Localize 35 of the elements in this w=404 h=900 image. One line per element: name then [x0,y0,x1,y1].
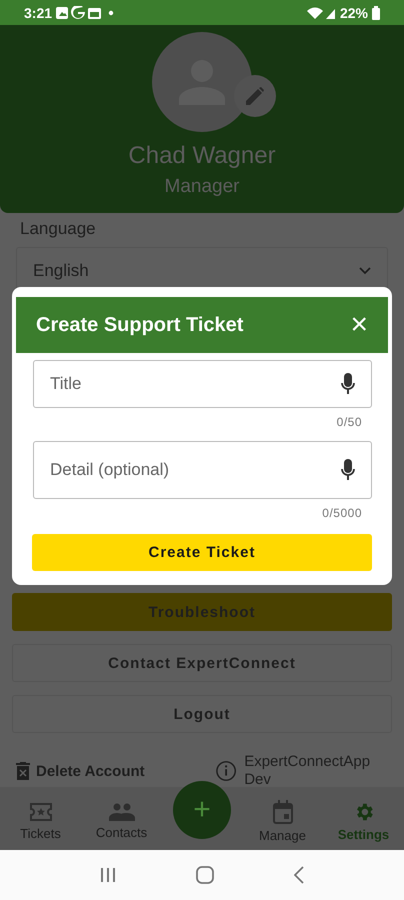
close-button[interactable]: × [350,310,368,340]
language-label: Language [20,219,97,239]
nav-tab[interactable]: Tickets [0,796,81,841]
nav-tab[interactable]: Manage [242,794,323,843]
create-ticket-button[interactable]: Create Ticket [32,534,372,571]
action-button[interactable]: Logout [12,695,392,733]
people-icon [108,803,134,821]
app-version-text: ExpertConnectApp Dev [244,753,372,789]
calendar-icon [272,800,292,824]
chevron-icon [359,267,371,275]
character-counter: 0/5000 [321,506,362,520]
nav-tab[interactable]: Settings [323,795,404,842]
user-name: Chad Wagner [128,142,276,170]
status-time: 3:21 [24,4,52,20]
trash-icon[interactable] [16,762,30,780]
notification-icons [56,6,114,20]
pencil-icon [246,87,264,105]
home-icon[interactable] [196,866,214,884]
action-button[interactable]: Contact ExpertConnect [12,644,392,682]
battery-percent: 22% [340,4,368,20]
nav-tab[interactable]: Contacts [81,797,162,840]
dialog-title: Create Support Ticket [36,314,244,336]
back-icon[interactable] [294,866,304,884]
delete-account-link[interactable]: Delete Account [36,762,145,780]
microphone-icon[interactable] [341,373,355,395]
recents-icon[interactable] [100,867,116,883]
microphone-icon[interactable] [341,459,355,481]
battery-icon [372,6,380,20]
signal-icon [306,6,336,20]
info-icon[interactable] [216,760,236,782]
text-field[interactable]: Title [33,360,372,408]
text-field[interactable]: Detail (optional) [33,441,372,499]
ticket-icon [28,802,52,822]
character-counter: 0/50 [336,415,362,429]
user-role: Manager [164,176,240,198]
